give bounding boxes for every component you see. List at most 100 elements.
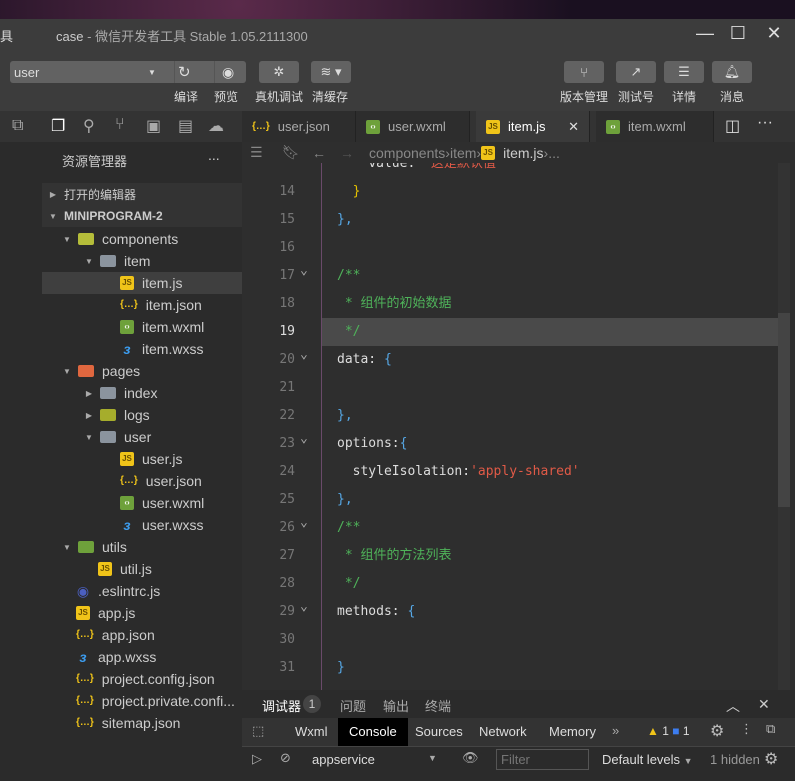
kebab-menu-icon[interactable]: ⋮ (740, 721, 753, 737)
tree-file[interactable]: {…} user.json (42, 470, 242, 492)
devtools-tab-sources[interactable]: Sources (404, 718, 474, 746)
layers-icon: ≋ ▾ (320, 64, 342, 79)
window-icon[interactable]: ⧉ (12, 117, 23, 135)
sidebar-toggle-icon[interactable]: ▷ (252, 751, 262, 767)
scrollbar-thumb[interactable] (778, 313, 790, 507)
fold-chevron-icon[interactable]: ⌄ (300, 347, 308, 362)
close-window-button[interactable]: ✕ (762, 23, 786, 44)
messages-button[interactable]: 🔔︎ (712, 61, 752, 83)
test-account-button[interactable]: ↗ (616, 61, 656, 83)
maximize-panel-icon[interactable]: ︿ (726, 696, 740, 716)
undock-icon[interactable]: ⧉ (766, 721, 775, 737)
code-area[interactable]: value: '这是默认值' 14 } 15}, 16 17 ⌄ /** 18 * 组件的初始… (242, 163, 795, 709)
breadcrumb-item[interactable]: ... (548, 145, 560, 161)
tree-file[interactable]: з item.wxss (42, 338, 242, 360)
explorer-more-button[interactable]: ... (208, 147, 220, 163)
inspect-element-icon[interactable]: ⬚ (252, 723, 264, 739)
source-control-icon[interactable]: ⑂ (115, 116, 125, 134)
outline-icon[interactable]: ☰ (250, 144, 263, 161)
preview-label[interactable]: 预览 (196, 88, 256, 105)
fold-chevron-icon[interactable]: ⌄ (300, 599, 308, 614)
tree-file[interactable]: з user.wxss (42, 514, 242, 536)
fold-chevron-icon[interactable]: ⌄ (300, 431, 308, 446)
tree-file[interactable]: ◉ .eslintrc.js (42, 580, 242, 602)
tree-folder[interactable]: ▼ pages (42, 360, 242, 382)
fold-chevron-icon[interactable]: ⌄ (300, 515, 308, 530)
more-tabs-icon[interactable]: » (612, 723, 619, 738)
more-actions-icon[interactable]: ··· (757, 114, 773, 132)
tree-file[interactable]: JS user.js (42, 448, 242, 470)
remote-debug-button[interactable]: ✲ (259, 61, 299, 83)
tab-user-wxml[interactable]: ‹› user.wxml (356, 111, 470, 142)
breadcrumb-item[interactable]: components (369, 145, 445, 161)
breadcrumb-item[interactable]: item (450, 145, 476, 161)
tree-file[interactable]: ‹› item.wxml (42, 316, 242, 338)
breadcrumb-item[interactable]: item.js (503, 145, 543, 161)
tree-folder[interactable]: ▼ user (42, 426, 242, 448)
maximize-button[interactable]: ☐ (726, 23, 750, 44)
back-icon[interactable]: ← (312, 145, 326, 161)
clear-console-icon[interactable]: ⊘ (280, 750, 291, 766)
levels-select[interactable]: Default levels ▼ (602, 752, 693, 767)
clear-cache-button[interactable]: ≋ ▾ (311, 61, 351, 83)
fold-chevron-icon[interactable]: ⌄ (300, 263, 308, 278)
tree-file[interactable]: ‹› user.wxml (42, 492, 242, 514)
tab-user-json[interactable]: {…} user.json (242, 111, 356, 142)
split-editor-icon[interactable]: ◫ (725, 116, 740, 136)
console-settings-icon[interactable]: ⚙ (764, 749, 778, 769)
tree-folder[interactable]: ▶ logs (42, 404, 242, 426)
context-select[interactable]: appservice (312, 752, 375, 767)
search-icon[interactable]: ⚲ (83, 116, 95, 136)
context-dropdown-icon[interactable]: ▼ (428, 753, 437, 763)
tree-folder[interactable]: ▶ index (42, 382, 242, 404)
tree-file[interactable]: {…} project.private.confi... (42, 690, 242, 712)
compile-icon[interactable]: ↻ (178, 63, 191, 81)
tab-terminal[interactable]: 终端 (425, 696, 451, 715)
tab-problems[interactable]: 问题 (340, 696, 366, 715)
tab-debugger[interactable]: 调试器 (262, 696, 302, 719)
tree-file[interactable]: JS item.js (42, 272, 242, 294)
tab-output[interactable]: 输出 (383, 696, 409, 715)
tree-file[interactable]: {…} project.config.json (42, 668, 242, 690)
tree-folder[interactable]: ▼ item (42, 250, 242, 272)
tree-file[interactable]: з app.wxss (42, 646, 242, 668)
close-panel-icon[interactable]: ✕ (758, 696, 770, 713)
docker-icon[interactable]: ☁ (208, 116, 224, 136)
devtools-tab-network[interactable]: Network (468, 718, 538, 746)
tree-file[interactable]: JS app.js (42, 602, 242, 624)
folder-icon (100, 409, 116, 421)
clear-cache-label[interactable]: 清缓存 (300, 88, 360, 105)
tab-item-wxml[interactable]: ‹› item.wxml (596, 111, 714, 142)
tree-folder[interactable]: ▼ components (42, 228, 242, 250)
version-button[interactable]: ⑂ (564, 61, 604, 83)
version-label[interactable]: 版本管理 (554, 88, 614, 105)
page-select[interactable]: user ▼ ↻ ◉ (10, 61, 246, 83)
explorer-icon[interactable]: ❐ (51, 116, 65, 136)
project-section[interactable]: ▼ MINIPROGRAM-2 (42, 205, 242, 227)
close-tab-icon[interactable]: ✕ (568, 119, 579, 135)
settings-icon[interactable]: ⚙ (710, 721, 724, 741)
code-line: * 组件的初始数据 (337, 296, 452, 311)
devtools-tab-wxml[interactable]: Wxml (284, 718, 339, 746)
minimize-button[interactable]: — (693, 23, 717, 44)
forward-icon[interactable]: → (340, 145, 354, 161)
tab-item-js[interactable]: JS item.js ✕ (476, 111, 590, 142)
tree-folder[interactable]: ▼ utils (42, 536, 242, 558)
tree-file[interactable]: {…} sitemap.json (42, 712, 242, 734)
messages-label[interactable]: 消息 (702, 88, 762, 105)
filter-input[interactable] (496, 749, 589, 770)
warnings-count[interactable]: ▲ 1 ■ 1 (647, 724, 690, 738)
tree-file[interactable]: {…} item.json (42, 294, 242, 316)
preview-eye-icon[interactable]: ◉ (222, 64, 234, 81)
devtools-tab-memory[interactable]: Memory (538, 718, 607, 746)
bookmark-icon[interactable]: 🔖︎ (282, 144, 300, 161)
devtools-tab-console[interactable]: Console (338, 718, 408, 746)
eye-icon[interactable]: 👁︎ (462, 750, 479, 766)
extensions-icon[interactable]: ▣ (146, 116, 161, 136)
storage-icon[interactable]: ▤ (178, 116, 193, 136)
editor-scrollbar[interactable] (778, 163, 790, 709)
details-button[interactable]: ☰ (664, 61, 704, 83)
tree-file[interactable]: JS util.js (42, 558, 242, 580)
tree-file[interactable]: {…} app.json (42, 624, 242, 646)
open-editors-section[interactable]: ▶ 打开的编辑器 (42, 183, 242, 205)
